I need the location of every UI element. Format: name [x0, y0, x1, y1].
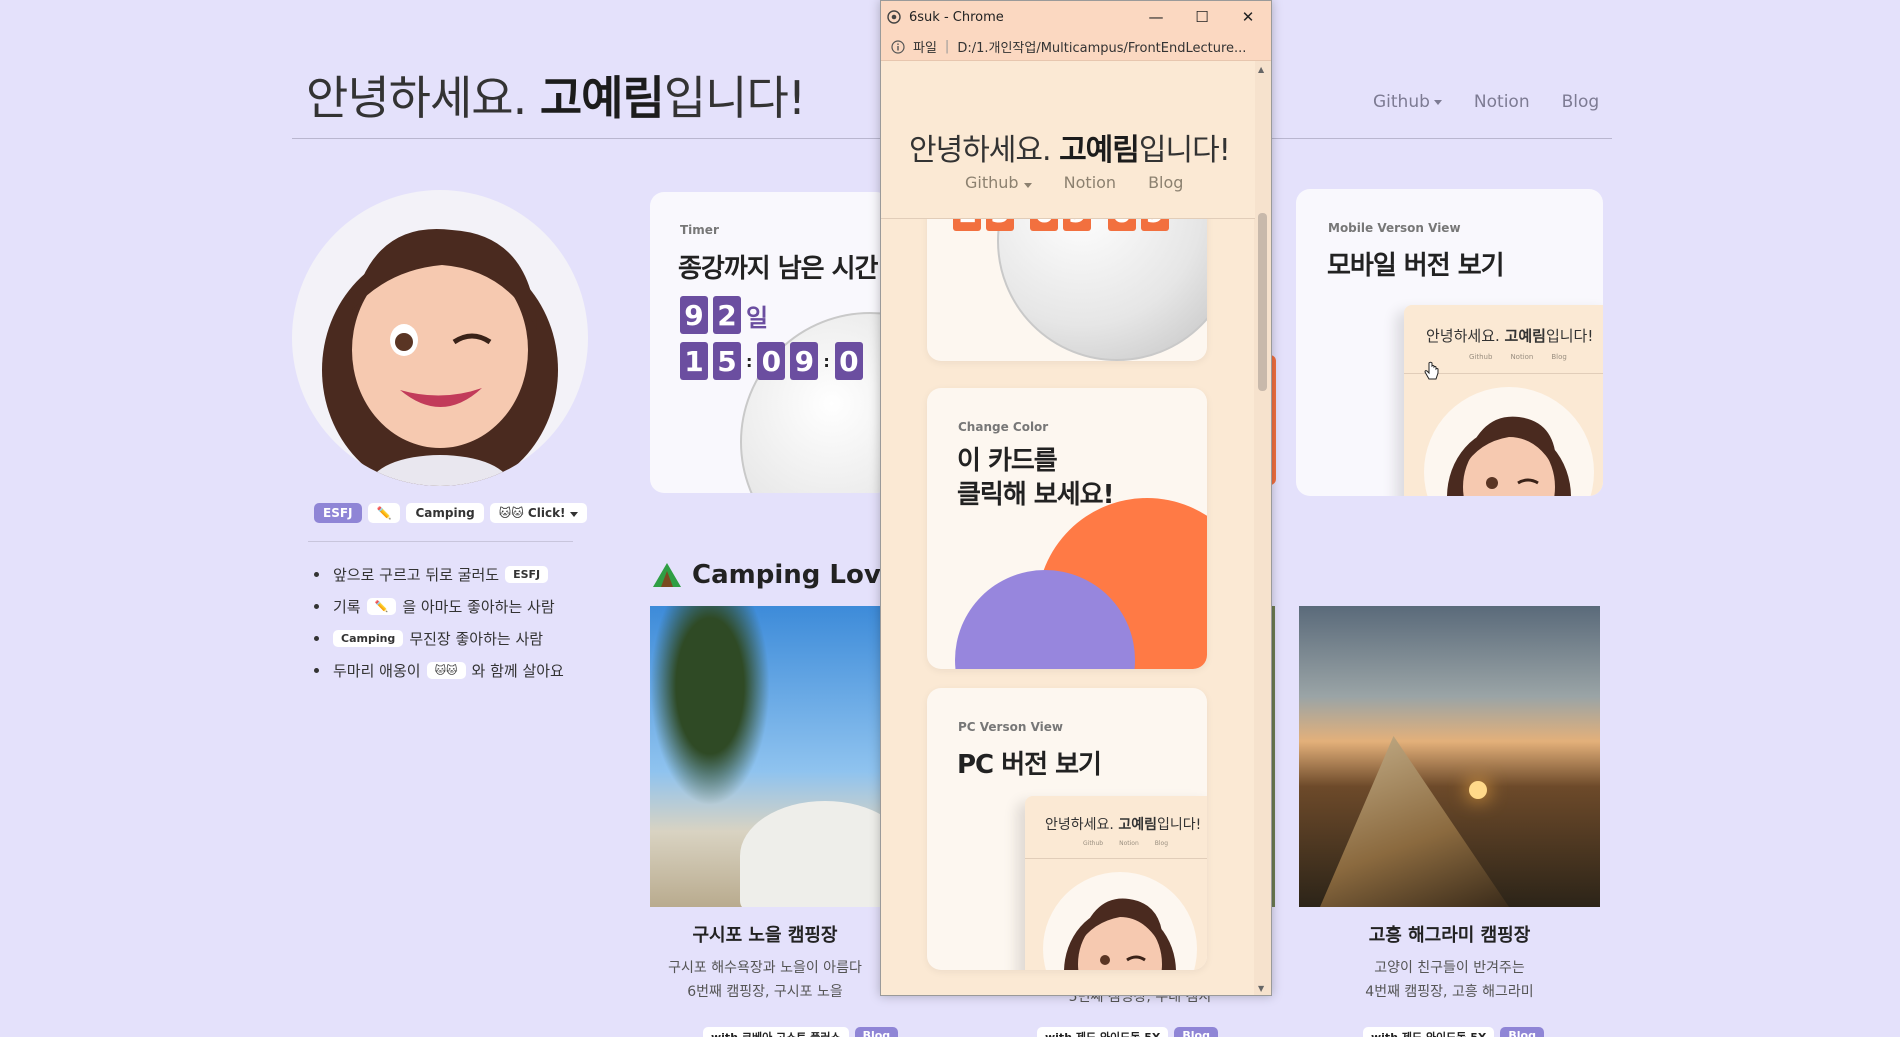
hand-cursor-icon: [1424, 361, 1439, 380]
nav-notion[interactable]: Notion: [1474, 92, 1530, 112]
address-bar[interactable]: 파일 | D:/1.개인작업/Multicampus/FrontEndLectu…: [881, 33, 1271, 61]
card-title: PC 버전 보기: [957, 750, 1102, 780]
camping-heading: Camping Lover: [652, 560, 911, 590]
chevron-down-icon: [1433, 99, 1442, 105]
days-counter: 92 일: [680, 296, 768, 334]
chevron-down-icon: [1023, 183, 1032, 188]
camping-photo-edge: [1272, 606, 1275, 907]
badge-camping[interactable]: Camping: [406, 503, 484, 523]
avatar-illustration: [1064, 898, 1176, 970]
profile-divider: [308, 541, 573, 542]
mobile-preview: 안녕하세요. 고예림입니다! Github Notion Blog: [1404, 305, 1603, 496]
address-scheme-label: 파일: [913, 41, 937, 56]
page-title: 안녕하세요. 고예림입니다!: [306, 71, 806, 125]
blog-link[interactable]: Blog: [1174, 1027, 1218, 1037]
badge-mbti[interactable]: ESFJ: [314, 503, 362, 523]
top-nav: Github Notion Blog: [1373, 92, 1599, 112]
nav-blog[interactable]: Blog: [1562, 92, 1600, 112]
avatar-illustration: [322, 229, 558, 486]
profile-badges: ESFJ ✏️ Camping 🐱🐱 Click!: [314, 503, 587, 523]
pc-view-card[interactable]: PC Verson View PC 버전 보기 안녕하세요. 고예림입니다! G…: [927, 688, 1207, 970]
nav-github[interactable]: Github: [965, 173, 1032, 192]
mobile-page-title: 안녕하세요. 고예림입니다!: [909, 133, 1231, 168]
badge-pencil[interactable]: ✏️: [367, 503, 401, 523]
preview-title: 안녕하세요. 고예림입니다!: [1426, 327, 1594, 345]
mobile-view-card[interactable]: Mobile Verson View 모바일 버전 보기 안녕하세요. 고예림입…: [1296, 189, 1603, 496]
clock-image: [740, 312, 890, 493]
list-item: 앞으로 구르고 뒤로 굴러도 ESFJ: [314, 558, 564, 590]
preview-avatar: [1043, 872, 1197, 970]
preview-nav: Github Notion Blog: [1469, 353, 1567, 361]
tent-icon: [653, 563, 681, 587]
card-title: 종강까지 남은 시간: [678, 254, 878, 284]
card-label: Timer: [680, 223, 719, 237]
camping-title: 고흥 해그라미 캠핑장: [1368, 925, 1531, 946]
scroll-down-icon[interactable]: ▼: [1258, 984, 1264, 993]
camping-tags: with 제드 와이드돔 5X Blog: [1363, 1027, 1544, 1037]
avatar: [292, 190, 588, 486]
camping-photo-haegeurami[interactable]: [1299, 606, 1600, 907]
minimize-button[interactable]: —: [1133, 1, 1179, 33]
address-url[interactable]: D:/1.개인작업/Multicampus/FrontEndLecture...: [957, 37, 1246, 56]
list-item: 두마리 애옹이 🐱🐱 와 함께 살아요: [314, 654, 564, 686]
pc-preview: 안녕하세요. 고예림입니다! Github Notion Blog: [1025, 796, 1207, 970]
mobile-header: 안녕하세요. 고예림입니다! Github Notion Blog: [881, 61, 1255, 219]
close-button[interactable]: ✕: [1225, 1, 1271, 33]
badge-cats-dropdown[interactable]: 🐱🐱 Click!: [489, 503, 587, 523]
preview-avatar: [1424, 387, 1594, 496]
card-title: 모바일 버전 보기: [1327, 251, 1505, 281]
scrollbar-thumb[interactable]: [1258, 213, 1267, 391]
maximize-button[interactable]: ☐: [1179, 1, 1225, 33]
card-label: Mobile Verson View: [1328, 221, 1461, 235]
camping-caption: 구시포 노을 캠핑장 구시포 해수욕장과 노을이 아름다 6번째 캠핑장, 구시포…: [650, 924, 880, 1004]
nav-blog[interactable]: Blog: [1148, 173, 1183, 192]
avatar-illustration: [1447, 416, 1571, 496]
camping-photo-gusipo[interactable]: [650, 606, 880, 907]
camping-tags: with 코베아 고스트 플러스 Blog: [703, 1027, 899, 1037]
mobile-nav: Github Notion Blog: [965, 173, 1183, 192]
list-item: 기록 ✏️ 을 아마도 좋아하는 사람: [314, 590, 564, 622]
card-label: Change Color: [958, 420, 1049, 434]
list-item: Camping 무진장 좋아하는 사람: [314, 622, 564, 654]
card-label: PC Verson View: [958, 720, 1063, 734]
timer-card[interactable]: Timer 종강까지 남은 시간 92 일 15 : 09 : 0: [650, 192, 890, 493]
window-titlebar[interactable]: 6suk - Chrome — ☐ ✕: [881, 1, 1271, 33]
preview-title: 안녕하세요. 고예림입니다!: [1045, 817, 1202, 833]
chevron-down-icon: [569, 512, 578, 517]
info-icon[interactable]: [891, 39, 905, 54]
camping-title: 구시포 노을 캠핑장: [692, 925, 838, 946]
blog-link[interactable]: Blog: [1500, 1027, 1544, 1037]
profile-list: 앞으로 구르고 뒤로 굴러도 ESFJ 기록 ✏️ 을 아마도 좋아하는 사람 Cam…: [314, 558, 564, 686]
change-color-card[interactable]: Change Color 이 카드를 클릭해 보세요!: [927, 388, 1207, 669]
camping-tags: with 제드 와이드돔 5X Blog: [1037, 1027, 1218, 1037]
nav-notion[interactable]: Notion: [1064, 173, 1116, 192]
camping-caption: 고흥 해그라미 캠핑장 고양이 친구들이 반겨주는 4번째 캠핑장, 고흥 해그라…: [1299, 924, 1600, 1004]
scroll-up-icon[interactable]: ▲: [1258, 65, 1264, 74]
window-title: 6suk - Chrome: [909, 9, 1004, 25]
time-counter: 15 : 09 : 0: [680, 342, 868, 380]
preview-nav: Github Notion Blog: [1083, 840, 1169, 847]
card-title: 이 카드를 클릭해 보세요!: [957, 446, 1114, 510]
chrome-icon: [887, 10, 901, 24]
chrome-popup-window: 6suk - Chrome — ☐ ✕ 파일 | D:/1.개인작업/Multi…: [880, 0, 1272, 996]
blog-link[interactable]: Blog: [854, 1027, 899, 1037]
scrollbar[interactable]: ▲ ▼: [1254, 61, 1271, 995]
mobile-page-viewport[interactable]: 15 : 09 : 09 안녕하세요. 고예림입니다! Github Notio…: [881, 61, 1255, 995]
nav-github[interactable]: Github: [1373, 92, 1442, 112]
